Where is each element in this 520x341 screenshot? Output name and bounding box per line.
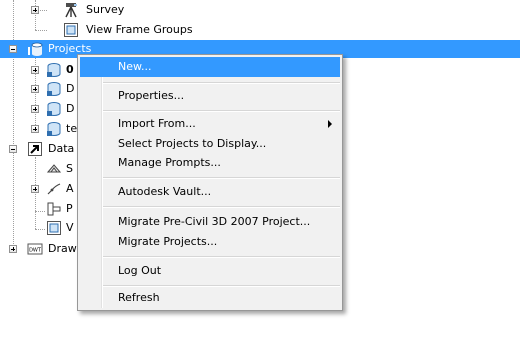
drawing-template-icon: DWT — [27, 243, 43, 255]
menu-item-new[interactable]: New... — [80, 57, 340, 77]
tree-item-label: 0 — [66, 63, 74, 76]
tree-item-project[interactable]: D — [0, 100, 80, 118]
collapse-toggle[interactable] — [9, 145, 17, 153]
menu-item-properties[interactable]: Properties... — [80, 86, 340, 106]
menu-item-label: Migrate Pre-Civil 3D 2007 Project... — [118, 215, 311, 228]
view-frame-groups-icon — [47, 221, 61, 235]
surfaces-icon — [46, 164, 62, 173]
projects-database-icon — [28, 42, 43, 56]
tree-item-data-shortcuts[interactable]: Data — [0, 140, 80, 158]
project-database-icon — [47, 82, 61, 96]
tree-item-label: S — [66, 162, 73, 175]
menu-item-label: Select Projects to Display... — [118, 137, 267, 150]
menu-separator — [103, 82, 340, 84]
tree-item-survey[interactable]: Survey — [0, 1, 200, 19]
tree-item-label: V — [66, 221, 74, 234]
project-database-icon — [47, 63, 61, 77]
menu-item-migrate-projects[interactable]: Migrate Projects... — [80, 232, 340, 252]
menu-item-label: Autodesk Vault... — [118, 185, 212, 198]
context-menu: New... Properties... Import From... Sele… — [77, 54, 343, 311]
shortcut-arrow-icon — [28, 142, 42, 156]
tree-item-data-shortcut[interactable]: A — [0, 180, 80, 198]
menu-item-label: Properties... — [118, 89, 185, 102]
submenu-arrow-icon — [328, 120, 332, 128]
menu-item-label: Log Out — [118, 264, 162, 277]
tree-item-label: te — [66, 122, 78, 135]
tree-item-data-shortcut[interactable]: S — [0, 160, 80, 178]
project-database-icon — [47, 102, 61, 116]
tree-item-label: Data — [48, 142, 75, 155]
tree-item-label: D — [66, 102, 75, 115]
menu-item-migrate-pre-civil[interactable]: Migrate Pre-Civil 3D 2007 Project... — [80, 212, 340, 232]
prospector-tree-panel: Survey View Frame Groups Projects 0 D D … — [0, 0, 520, 341]
tree-item-label: Draw — [48, 242, 77, 255]
menu-item-import-from[interactable]: Import From... — [80, 114, 340, 134]
expand-toggle[interactable] — [31, 105, 39, 113]
expand-toggle[interactable] — [31, 85, 39, 93]
survey-tripod-icon — [65, 3, 77, 18]
tree-item-data-shortcut[interactable]: P — [0, 200, 80, 218]
menu-separator — [103, 285, 340, 287]
tree-item-data-shortcut[interactable]: V — [0, 219, 80, 237]
alignments-icon — [47, 183, 61, 195]
menu-item-autodesk-vault[interactable]: Autodesk Vault... — [80, 182, 340, 202]
expand-toggle[interactable] — [31, 6, 39, 14]
tree-item-label: D — [66, 82, 75, 95]
tree-item-drawing-templates[interactable]: DWT Draw — [0, 240, 80, 258]
collapse-toggle[interactable] — [9, 45, 17, 53]
tree-item-label: P — [66, 202, 73, 215]
menu-item-select-projects[interactable]: Select Projects to Display... — [80, 134, 340, 154]
project-database-icon — [47, 122, 61, 136]
tree-item-project[interactable]: D — [0, 80, 80, 98]
menu-separator — [103, 206, 340, 208]
dwt-badge-text: DWT — [29, 248, 42, 254]
menu-separator — [103, 256, 340, 258]
expand-toggle[interactable] — [9, 245, 17, 253]
menu-item-log-out[interactable]: Log Out — [80, 261, 340, 281]
menu-item-refresh[interactable]: Refresh — [80, 288, 340, 308]
tree-item-label: View Frame Groups — [86, 23, 193, 36]
tree-item-label: Survey — [86, 3, 125, 16]
menu-separator — [103, 110, 340, 112]
menu-item-manage-prompts[interactable]: Manage Prompts... — [80, 153, 340, 173]
expand-toggle[interactable] — [31, 66, 39, 74]
view-frame-icon — [64, 23, 78, 37]
tree-item-view-frame-groups[interactable]: View Frame Groups — [0, 21, 220, 39]
menu-item-label: Manage Prompts... — [118, 156, 221, 169]
menu-separator — [103, 177, 340, 179]
menu-item-label: New... — [118, 60, 152, 73]
tree-item-project[interactable]: te — [0, 120, 80, 138]
tree-item-label: A — [66, 182, 74, 195]
menu-item-label: Migrate Projects... — [118, 235, 218, 248]
expand-toggle[interactable] — [31, 125, 39, 133]
menu-item-label: Import From... — [118, 117, 196, 130]
menu-item-label: Refresh — [118, 291, 160, 304]
pipe-networks-icon — [47, 202, 61, 216]
tree-item-project[interactable]: 0 — [0, 61, 80, 79]
expand-toggle[interactable] — [31, 185, 39, 193]
